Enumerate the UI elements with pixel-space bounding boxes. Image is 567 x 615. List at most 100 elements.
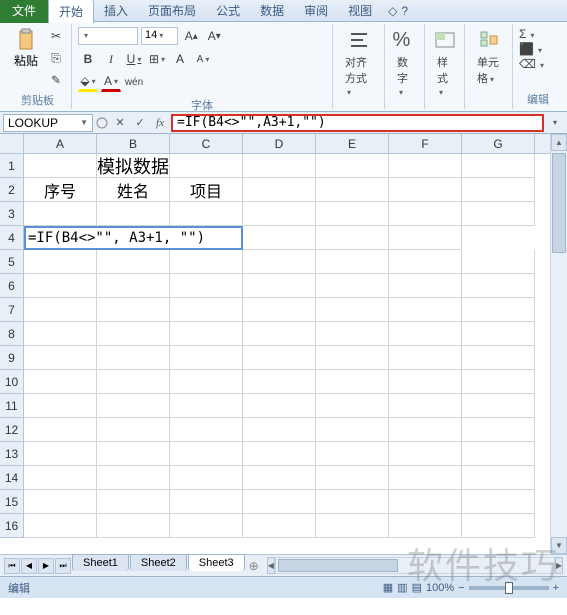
sheet-tab-active[interactable]: Sheet3 <box>188 554 245 571</box>
cell[interactable] <box>316 322 389 346</box>
fill-color-button[interactable]: ⬙ <box>78 72 98 92</box>
sheet-tab[interactable]: Sheet1 <box>72 554 129 571</box>
cell[interactable] <box>243 202 316 226</box>
tab-view[interactable]: 视图 <box>338 0 382 22</box>
cell[interactable] <box>462 442 535 466</box>
tab-file[interactable]: 文件 <box>0 0 48 23</box>
decrease-size-button[interactable]: A▾ <box>204 26 224 46</box>
col-header[interactable]: F <box>389 134 462 153</box>
tab-home[interactable]: 开始 <box>48 0 94 23</box>
cell[interactable] <box>316 490 389 514</box>
cell[interactable] <box>389 298 462 322</box>
cell[interactable] <box>316 418 389 442</box>
cell[interactable] <box>462 370 535 394</box>
border-button[interactable]: ⊞ <box>147 49 167 69</box>
increase-size-button[interactable]: A▴ <box>181 26 201 46</box>
cell[interactable] <box>462 466 535 490</box>
cell[interactable] <box>24 274 97 298</box>
row-header[interactable]: 16 <box>0 514 23 538</box>
cell[interactable] <box>24 250 97 274</box>
cell[interactable] <box>243 442 316 466</box>
cell[interactable] <box>170 154 243 178</box>
cell[interactable] <box>243 274 316 298</box>
cell[interactable] <box>97 322 170 346</box>
cell[interactable] <box>97 250 170 274</box>
font-a1-button[interactable]: A <box>170 49 190 69</box>
cell[interactable] <box>389 202 462 226</box>
cell[interactable] <box>97 466 170 490</box>
clear-button[interactable]: ⌫ <box>519 57 536 71</box>
cell[interactable] <box>243 154 316 178</box>
cell[interactable] <box>462 322 535 346</box>
cell[interactable] <box>389 250 462 274</box>
cell[interactable] <box>389 226 462 250</box>
first-sheet-button[interactable]: ⏮ <box>4 558 20 574</box>
align-button[interactable]: 对齐方式 <box>339 26 378 100</box>
cell[interactable] <box>170 514 243 538</box>
cell[interactable] <box>462 202 535 226</box>
scroll-thumb[interactable] <box>278 559 398 572</box>
cell[interactable] <box>24 466 97 490</box>
prev-sheet-button[interactable]: ◀ <box>21 558 37 574</box>
cell[interactable] <box>24 346 97 370</box>
row-header[interactable]: 9 <box>0 346 23 370</box>
bold-button[interactable]: B <box>78 49 98 69</box>
cell[interactable] <box>462 298 535 322</box>
row-header[interactable]: 7 <box>0 298 23 322</box>
cell[interactable] <box>316 250 389 274</box>
cell[interactable]: =IF(B4<>"", A3+1, "") <box>24 226 243 250</box>
cell[interactable] <box>24 514 97 538</box>
cell[interactable] <box>389 322 462 346</box>
enter-formula-button[interactable]: ✓ <box>131 114 149 132</box>
zoom-slider[interactable] <box>469 586 549 590</box>
expand-formula-button[interactable]: ▾ <box>546 114 564 132</box>
cell[interactable] <box>389 490 462 514</box>
last-sheet-button[interactable]: ⏭ <box>55 558 71 574</box>
cell[interactable] <box>389 370 462 394</box>
cell[interactable] <box>462 394 535 418</box>
tab-formula[interactable]: 公式 <box>206 0 250 22</box>
cell[interactable] <box>97 418 170 442</box>
cell[interactable] <box>170 298 243 322</box>
sheet-tab[interactable]: Sheet2 <box>130 554 187 571</box>
cell[interactable] <box>97 298 170 322</box>
scroll-down-button[interactable]: ▼ <box>551 537 567 554</box>
cell[interactable] <box>243 250 316 274</box>
row-header[interactable]: 14 <box>0 466 23 490</box>
formula-input[interactable]: =IF(B4<>"",A3+1,"") <box>171 114 544 132</box>
zoom-in-button[interactable]: + <box>553 582 559 594</box>
cell[interactable] <box>243 418 316 442</box>
grid[interactable]: 模拟数据序号姓名项目=IF(B4<>"", A3+1, "") <box>24 154 550 538</box>
cell[interactable] <box>389 274 462 298</box>
autosum-button[interactable]: Σ <box>519 27 526 41</box>
row-header[interactable]: 15 <box>0 490 23 514</box>
cell[interactable] <box>243 490 316 514</box>
cell[interactable]: 项目 <box>170 178 243 202</box>
col-header[interactable]: C <box>170 134 243 153</box>
cell[interactable] <box>243 346 316 370</box>
zoom-out-button[interactable]: − <box>458 582 464 594</box>
cell[interactable] <box>97 370 170 394</box>
zoom-level[interactable]: 100% <box>426 582 454 594</box>
row-header[interactable]: 6 <box>0 274 23 298</box>
fx-button[interactable]: fx <box>151 114 169 132</box>
paste-button[interactable]: 粘贴 <box>10 26 42 90</box>
cell[interactable] <box>243 394 316 418</box>
cancel-formula-button[interactable]: ✕ <box>111 114 129 132</box>
cell[interactable] <box>316 394 389 418</box>
cell[interactable]: 模拟数据 <box>97 154 170 178</box>
number-button[interactable]: % 数字 <box>391 26 418 100</box>
cell[interactable] <box>243 178 316 202</box>
font-a2-button[interactable]: A <box>193 49 213 69</box>
cell[interactable] <box>170 466 243 490</box>
cell[interactable] <box>24 490 97 514</box>
cell[interactable] <box>462 514 535 538</box>
cell[interactable] <box>170 274 243 298</box>
font-family-select[interactable] <box>78 27 138 45</box>
scroll-thumb[interactable] <box>552 153 566 253</box>
format-painter-button[interactable]: ✎ <box>46 70 66 90</box>
tab-layout[interactable]: 页面布局 <box>138 0 206 22</box>
cell[interactable] <box>462 250 535 274</box>
cell[interactable]: 序号 <box>24 178 97 202</box>
cell[interactable] <box>316 514 389 538</box>
